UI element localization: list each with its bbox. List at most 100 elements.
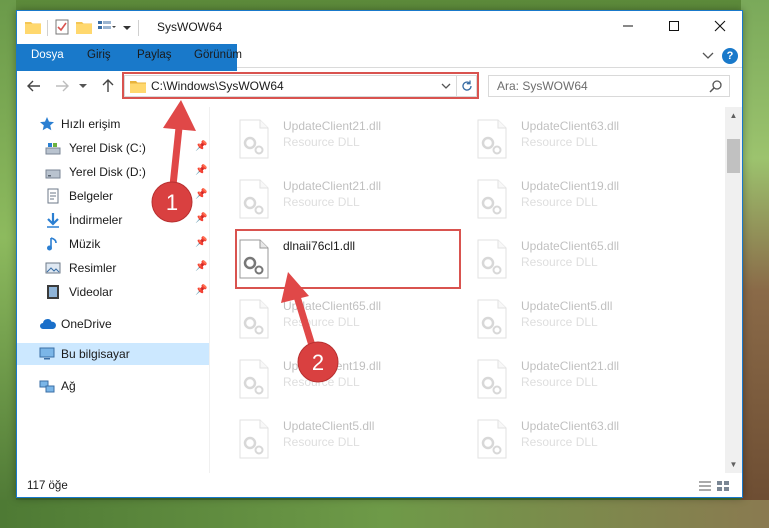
computer-icon [39, 346, 55, 362]
nav-label: Bu bilgisayar [61, 347, 130, 361]
pin-icon[interactable]: 📌 [195, 285, 207, 296]
file-item[interactable]: UpdateClient21.dll Resource DLL [455, 351, 675, 403]
nav-label: Belgeler [69, 189, 114, 203]
close-button[interactable] [697, 11, 743, 41]
view-buttons [698, 480, 730, 495]
file-list: UpdateClient21.dll Resource DLL UpdateCl… [217, 107, 723, 473]
window-title: SysWOW64 [157, 20, 223, 34]
file-item[interactable]: UpdateClient19.dll Resource DLL [217, 351, 437, 403]
properties-icon[interactable] [54, 19, 70, 38]
network-icon [39, 378, 55, 394]
tab-share[interactable]: Paylaş [125, 44, 184, 67]
pane-divider[interactable] [209, 107, 210, 473]
nav-item-downloads[interactable]: İndirmeler 📌 [17, 209, 209, 231]
pin-icon[interactable]: 📌 [195, 213, 207, 224]
expand-ribbon-icon[interactable] [702, 49, 714, 63]
ribbon-controls: ? [702, 48, 738, 64]
drive-icon [45, 140, 61, 156]
file-item[interactable]: UpdateClient63.dll Resource DLL [455, 111, 675, 163]
nav-item-videos[interactable]: Videolar 📌 [17, 281, 209, 303]
file-name: UpdateClient21.dll [283, 179, 382, 193]
explorer-window: SysWOW64 Dosya Giriş Paylaş Görünüm ? C:… [16, 10, 743, 498]
pictures-icon [45, 260, 61, 276]
file-type: Resource DLL [521, 435, 598, 449]
dll-file-icon [237, 419, 271, 459]
file-name: UpdateClient63.dll [521, 119, 620, 133]
pin-icon[interactable]: 📌 [195, 189, 207, 200]
file-type: Resource DLL [521, 375, 598, 389]
details-view-icon[interactable] [698, 480, 712, 495]
file-item[interactable]: UpdateClient19.dll Resource DLL [455, 171, 675, 223]
back-button[interactable] [25, 77, 43, 95]
desktop-background-bottom [0, 500, 769, 528]
customize-view-icon[interactable] [98, 20, 116, 37]
file-type: Resource DLL [283, 435, 360, 449]
pin-icon[interactable]: 📌 [195, 165, 207, 176]
cloud-icon [39, 316, 56, 332]
nav-onedrive[interactable]: OneDrive [17, 313, 209, 335]
desktop-background-left [0, 0, 16, 528]
pin-icon[interactable]: 📌 [195, 237, 207, 248]
file-type: Resource DLL [521, 135, 598, 149]
chevron-down-icon[interactable] [122, 21, 132, 35]
dll-file-icon [475, 179, 509, 219]
recent-locations-button[interactable] [77, 77, 89, 95]
new-folder-icon[interactable] [76, 20, 92, 37]
file-name: UpdateClient63.dll [521, 419, 620, 433]
file-type: Resource DLL [521, 255, 598, 269]
vertical-scrollbar[interactable]: ▲ ▼ [725, 107, 742, 473]
nav-label: Hızlı erişim [61, 117, 121, 131]
file-type: Resource DLL [283, 375, 360, 389]
desktop-background-right [741, 0, 769, 528]
file-item[interactable]: UpdateClient65.dll Resource DLL [217, 291, 437, 343]
file-item[interactable]: UpdateClient63.dll Resource DLL [455, 411, 675, 463]
up-button[interactable] [99, 77, 117, 95]
minimize-button[interactable] [605, 11, 651, 41]
nav-item-documents[interactable]: Belgeler 📌 [17, 185, 209, 207]
navigation-pane: Hızlı erişim Yerel Disk (C:) 📌 Yerel Dis… [17, 107, 209, 473]
toolbar-separator [47, 20, 48, 36]
file-item[interactable]: UpdateClient5.dll Resource DLL [217, 411, 437, 463]
pin-icon[interactable]: 📌 [195, 261, 207, 272]
nav-label: Ağ [61, 379, 76, 393]
tab-view[interactable]: Görünüm [182, 44, 254, 67]
quick-access-toolbar [25, 19, 139, 37]
large-icons-view-icon[interactable] [716, 480, 730, 495]
file-item[interactable]: UpdateClient5.dll Resource DLL [455, 291, 675, 343]
nav-item-pictures[interactable]: Resimler 📌 [17, 257, 209, 279]
dll-file-icon [237, 359, 271, 399]
downloads-icon [45, 212, 61, 228]
nav-quick-access[interactable]: Hızlı erişim [17, 113, 209, 135]
nav-item-music[interactable]: Müzik 📌 [17, 233, 209, 255]
dll-file-icon [237, 179, 271, 219]
file-item[interactable]: UpdateClient65.dll Resource DLL [455, 231, 675, 283]
file-item[interactable]: UpdateClient21.dll Resource DLL [217, 111, 437, 163]
file-name: UpdateClient5.dll [283, 419, 375, 433]
dll-file-icon [475, 299, 509, 339]
scroll-up-icon[interactable]: ▲ [725, 107, 742, 124]
pin-icon[interactable]: 📌 [195, 141, 207, 152]
file-item[interactable]: UpdateClient21.dll Resource DLL [217, 171, 437, 223]
dll-file-icon [237, 299, 271, 339]
scroll-down-icon[interactable]: ▼ [725, 456, 742, 473]
nav-label: Yerel Disk (D:) [69, 165, 146, 179]
nav-item-local-disk-d[interactable]: Yerel Disk (D:) 📌 [17, 161, 209, 183]
videos-icon [45, 284, 61, 300]
maximize-button[interactable] [651, 11, 697, 41]
music-icon [45, 236, 61, 252]
search-input[interactable]: Ara: SysWOW64 [488, 75, 730, 97]
file-name: UpdateClient5.dll [521, 299, 613, 313]
forward-button[interactable] [53, 77, 71, 95]
file-type: Resource DLL [521, 315, 598, 329]
star-icon [39, 116, 55, 132]
dll-file-icon [475, 359, 509, 399]
scrollbar-thumb[interactable] [727, 139, 740, 173]
nav-item-local-disk-c[interactable]: Yerel Disk (C:) 📌 [17, 137, 209, 159]
nav-network[interactable]: Ağ [17, 375, 209, 397]
drive-icon [45, 164, 61, 180]
file-name: UpdateClient65.dll [521, 239, 620, 253]
help-icon[interactable]: ? [722, 48, 738, 64]
item-count: 117 öğe [27, 480, 68, 492]
tab-home[interactable]: Giriş [75, 44, 123, 67]
nav-this-pc[interactable]: Bu bilgisayar [17, 343, 209, 365]
